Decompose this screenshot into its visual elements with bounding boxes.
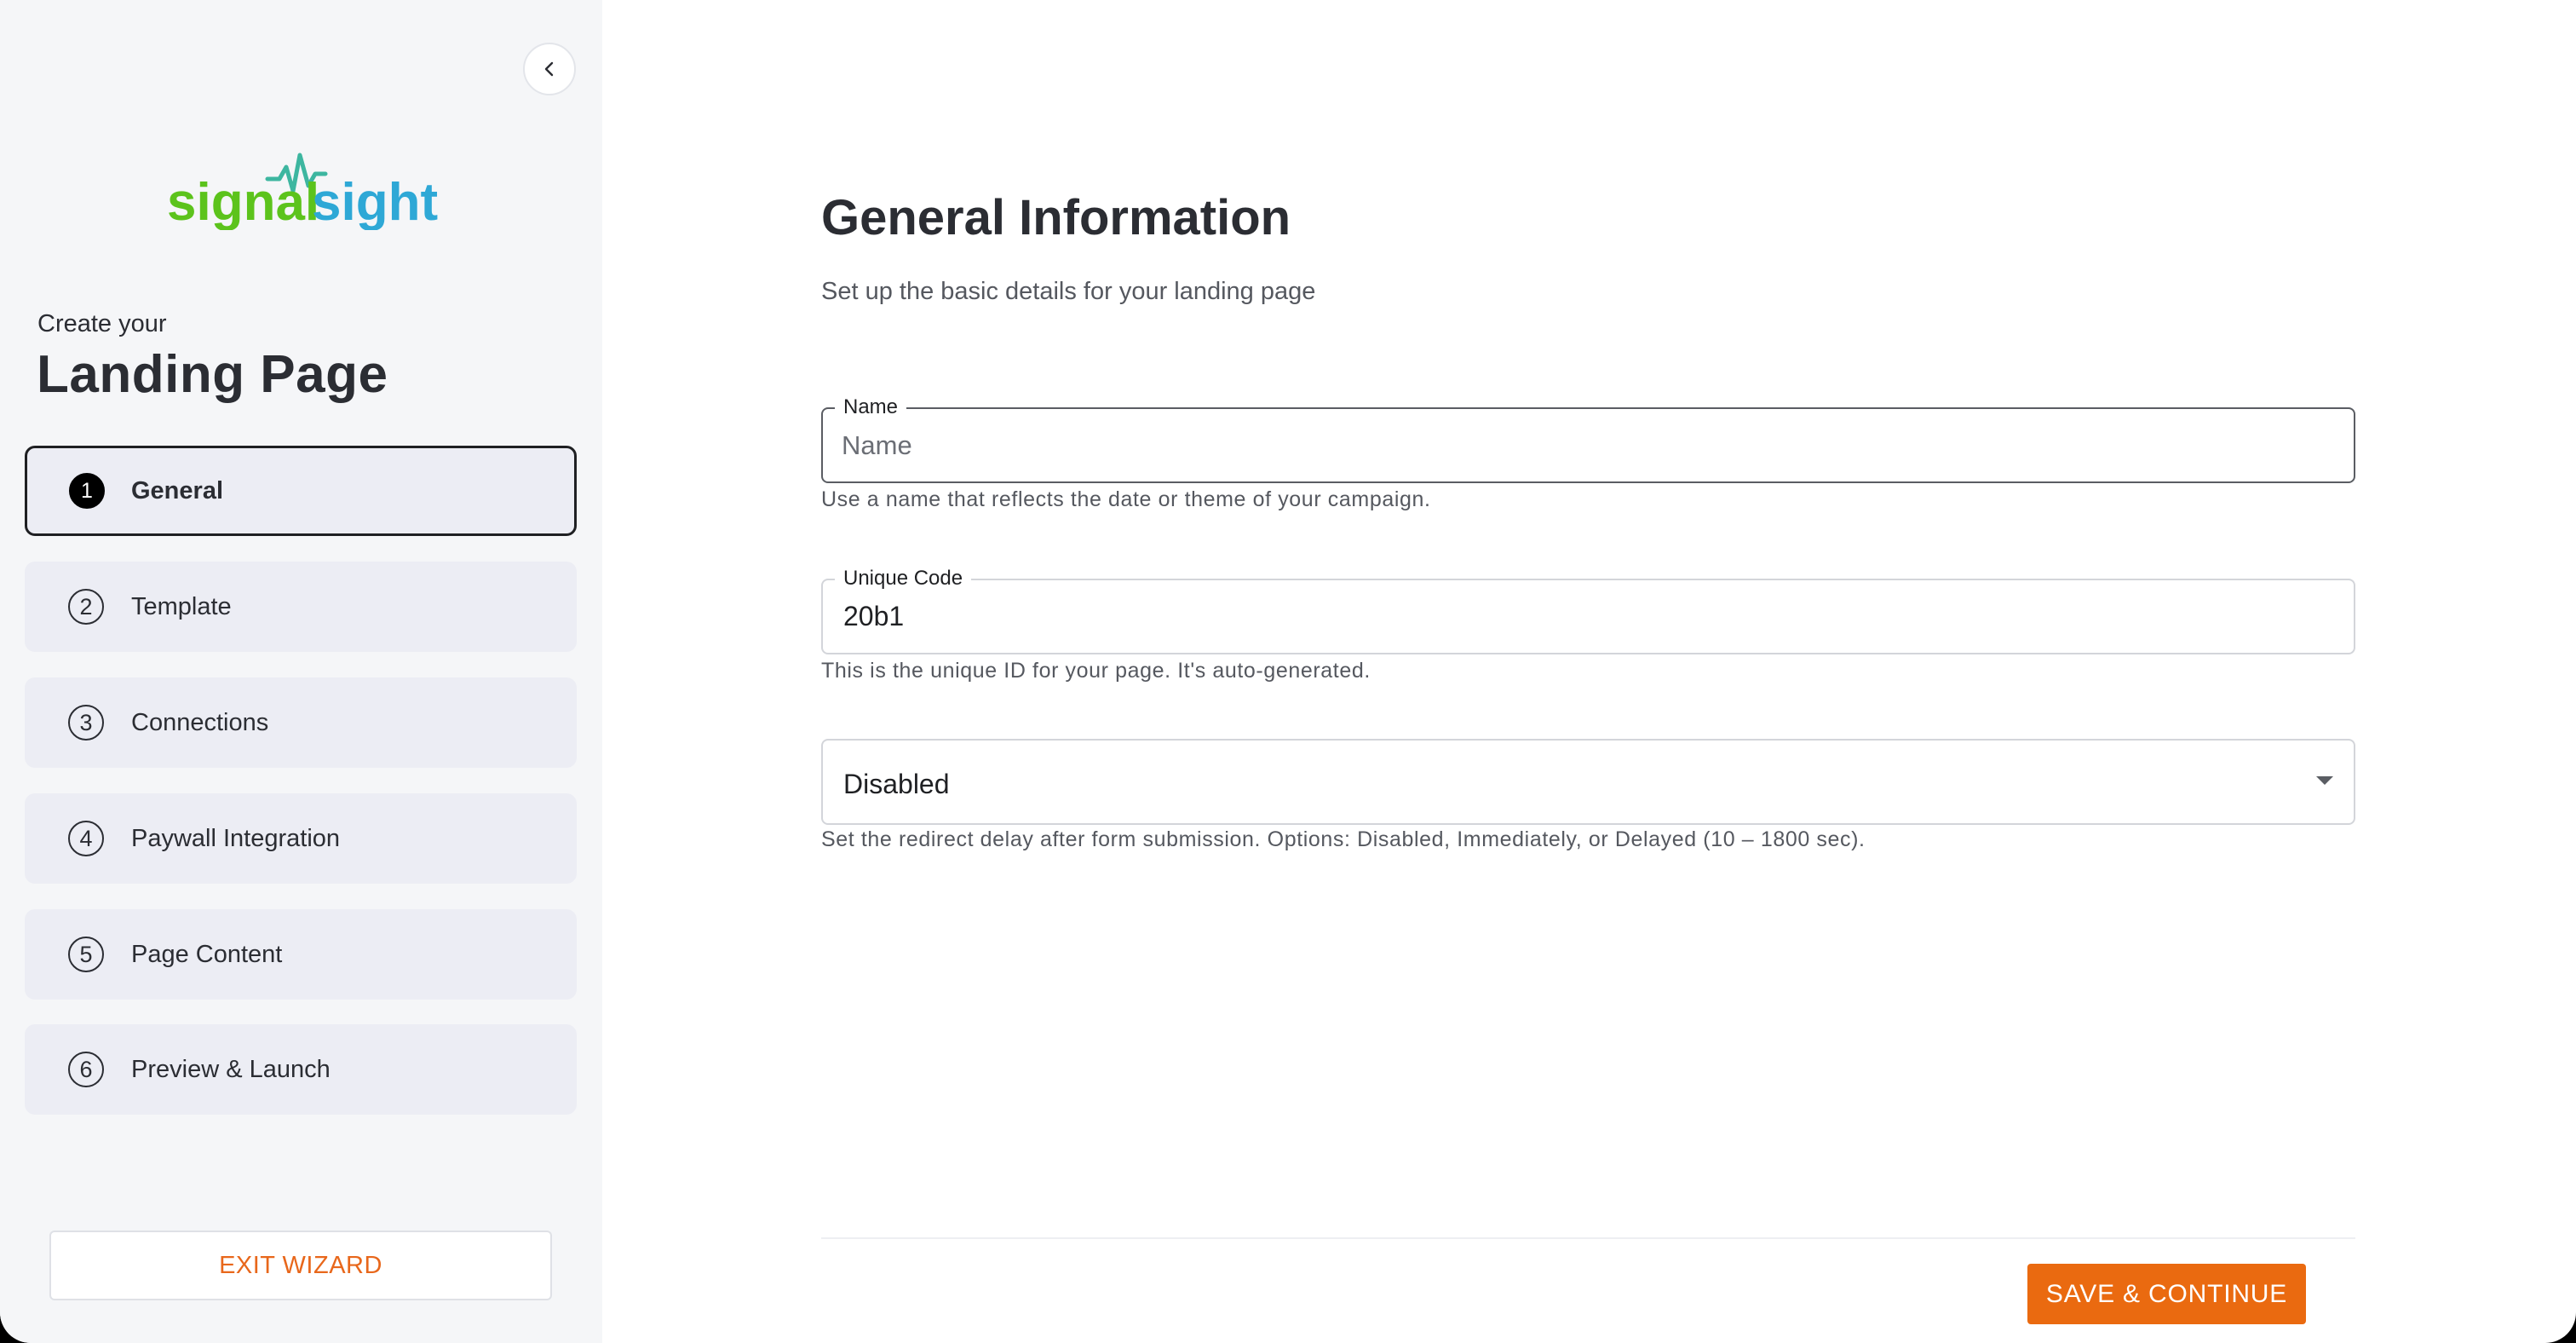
step-general[interactable]: 1 General — [25, 446, 577, 536]
name-input[interactable] — [842, 409, 2324, 481]
step-number: 5 — [68, 937, 104, 972]
collapse-sidebar-button[interactable] — [523, 43, 576, 95]
step-preview-launch[interactable]: 6 Preview & Launch — [25, 1024, 577, 1115]
redirect-helper-text: Set the redirect delay after form submis… — [821, 827, 1866, 851]
step-number: 2 — [68, 589, 104, 625]
unique-code-input[interactable]: 20b1 — [843, 601, 904, 632]
name-helper-text: Use a name that reflects the date or the… — [821, 487, 1431, 511]
wizard-eyebrow: Create your — [37, 310, 167, 337]
exit-wizard-button[interactable]: EXIT WIZARD — [49, 1231, 552, 1300]
step-number: 6 — [68, 1052, 104, 1087]
wizard-sidebar: signal sight Create your Landing Page 1 … — [0, 0, 602, 1343]
app-window: signal sight Create your Landing Page 1 … — [0, 0, 2576, 1343]
unique-code-label: Unique Code — [835, 567, 972, 591]
step-label: Template — [131, 592, 232, 620]
step-number: 4 — [68, 821, 104, 856]
step-number: 3 — [68, 705, 104, 741]
save-continue-button[interactable]: SAVE & CONTINUE — [2027, 1264, 2306, 1324]
svg-text:signal: signal — [167, 173, 319, 230]
step-label: Page Content — [131, 940, 283, 968]
step-label: Paywall Integration — [131, 824, 341, 852]
step-label: Connections — [131, 708, 269, 736]
step-template[interactable]: 2 Template — [25, 562, 577, 652]
dropdown-arrow-icon — [2316, 776, 2333, 785]
redirect-delay-value: Disabled — [843, 769, 950, 799]
page-title: General Information — [821, 190, 1291, 245]
step-label: General — [131, 476, 223, 504]
step-paywall-integration[interactable]: 4 Paywall Integration — [25, 793, 577, 884]
unique-code-helper-text: This is the unique ID for your page. It'… — [821, 659, 1371, 683]
name-field: Name — [821, 395, 2355, 483]
redirect-delay-select[interactable]: Disabled — [821, 739, 2355, 825]
step-number: 1 — [69, 473, 105, 509]
footer-divider — [821, 1237, 2355, 1239]
chevron-left-icon — [544, 61, 554, 77]
step-label: Preview & Launch — [131, 1055, 331, 1083]
step-connections[interactable]: 3 Connections — [25, 677, 577, 768]
signalsight-logo: signal sight — [167, 136, 440, 232]
unique-code-field: Unique Code 20b1 — [821, 567, 2355, 654]
step-page-content[interactable]: 5 Page Content — [25, 909, 577, 1000]
svg-text:sight: sight — [312, 173, 438, 230]
page-subtitle: Set up the basic details for your landin… — [821, 278, 1316, 305]
wizard-title: Landing Page — [37, 345, 388, 404]
